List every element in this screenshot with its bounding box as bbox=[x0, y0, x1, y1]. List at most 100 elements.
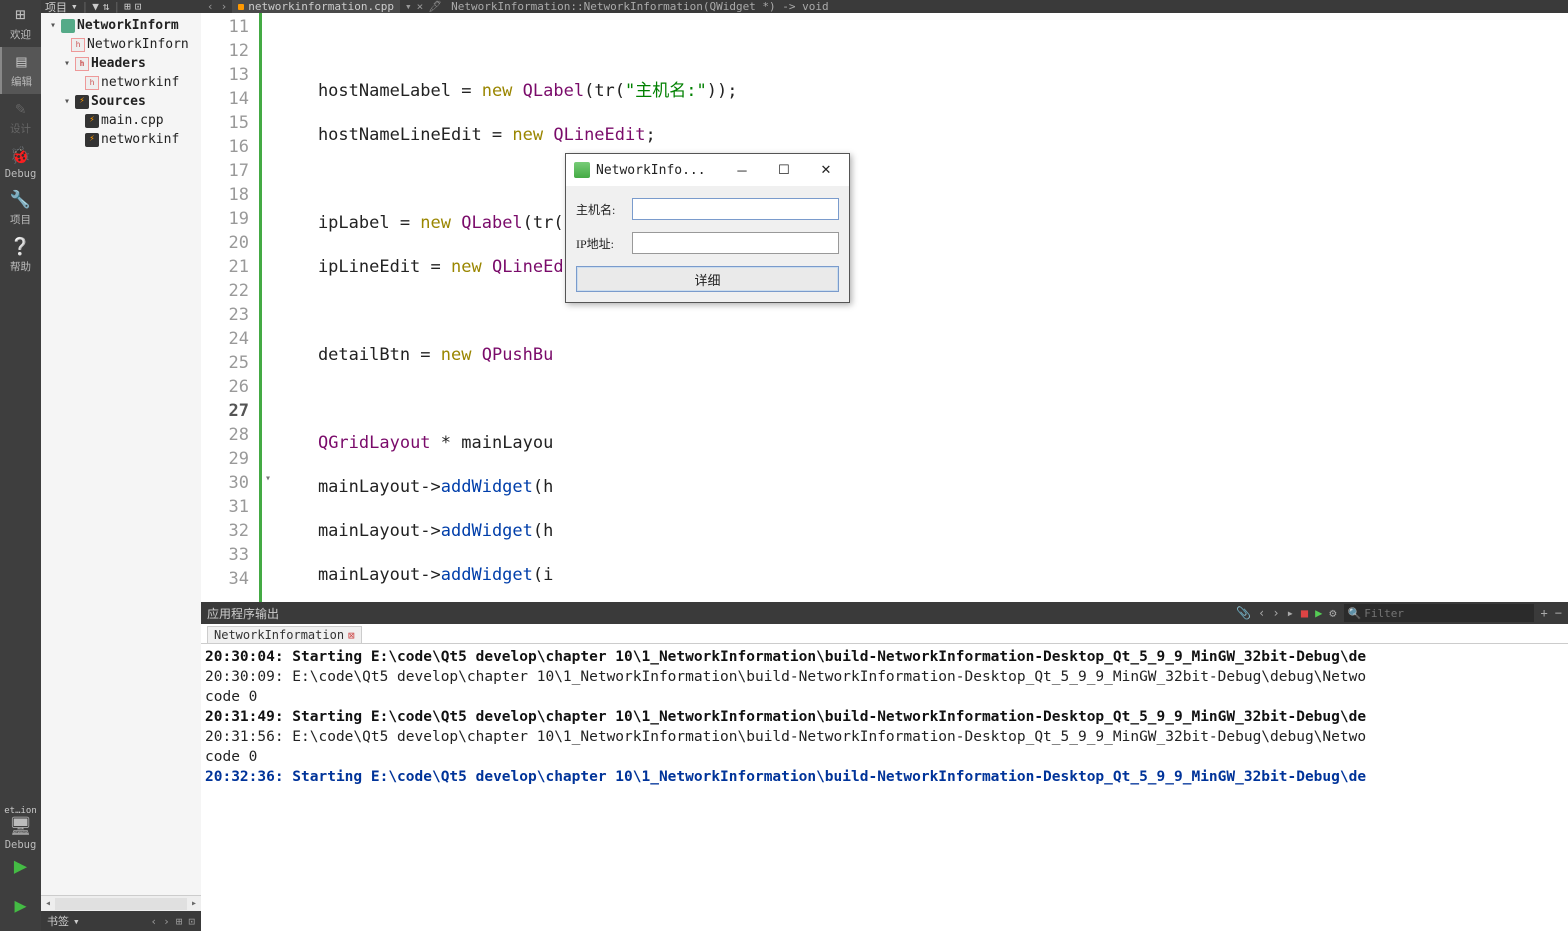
code-area[interactable]: hostNameLabel = new QLabel(tr("主机名:")); … bbox=[277, 13, 1568, 602]
line-number: 22 bbox=[201, 279, 249, 303]
maximize-button[interactable]: ☐ bbox=[763, 156, 805, 184]
nav-forward-icon[interactable]: › bbox=[219, 0, 230, 13]
settings-icon[interactable]: ⚙ bbox=[1329, 606, 1336, 620]
cpp-file-icon bbox=[238, 4, 244, 10]
tree-item-main-cpp[interactable]: main.cpp bbox=[41, 111, 201, 130]
output-tab-label: NetworkInformation bbox=[214, 628, 344, 642]
split-icon[interactable]: ⊞ bbox=[124, 0, 131, 13]
next-icon[interactable]: › bbox=[1272, 606, 1279, 620]
hostname-input[interactable] bbox=[632, 198, 839, 220]
activity-help-label: 帮助 bbox=[0, 259, 41, 274]
editor-tab-active[interactable]: networkinformation.cpp bbox=[232, 0, 400, 14]
tree-root-label: NetworkInform bbox=[77, 18, 179, 33]
stop-icon[interactable]: ■ bbox=[1301, 606, 1308, 620]
chevron-down-icon[interactable]: ▾ bbox=[47, 20, 59, 31]
activity-debug[interactable]: 🐞 Debug bbox=[0, 141, 41, 185]
activity-help[interactable]: ❔ 帮助 bbox=[0, 232, 41, 279]
funnel-icon[interactable]: ▼ bbox=[92, 0, 99, 13]
symbol-breadcrumb[interactable]: NetworkInformation::NetworkInformation(Q… bbox=[451, 0, 829, 13]
wrench-icon: 🔧 bbox=[0, 192, 41, 209]
minimize-button[interactable]: ─ bbox=[721, 156, 763, 184]
line-number: 13 bbox=[201, 63, 249, 87]
monitor-icon: 🖥 bbox=[0, 816, 41, 837]
attach-icon[interactable]: 📎 bbox=[1236, 606, 1251, 620]
dropdown-icon[interactable]: ▾ bbox=[73, 915, 80, 928]
activity-design[interactable]: ✎ 设计 bbox=[0, 94, 41, 141]
tree-folder-headers[interactable]: ▾ h Headers bbox=[41, 54, 201, 73]
title-bar[interactable]: NetworkInfo... ─ ☐ ✕ bbox=[566, 154, 849, 186]
output-panel-header: 应用程序输出 📎 ‹ › ▸ ■ ▶ ⚙ 🔍 + − bbox=[201, 602, 1568, 624]
expand-icon[interactable]: ⊡ bbox=[135, 0, 142, 13]
debug-run-button[interactable]: ▶ bbox=[14, 893, 26, 917]
project-icon bbox=[61, 19, 75, 33]
scroll-track[interactable] bbox=[55, 898, 187, 910]
line-number: 30 bbox=[201, 471, 249, 495]
add-icon[interactable]: ⊞ bbox=[176, 915, 183, 928]
fold-column: ▾ bbox=[265, 13, 277, 602]
line-number: 14 bbox=[201, 87, 249, 111]
nav-back-icon[interactable]: ‹ bbox=[205, 0, 216, 13]
tree-item-network-cpp[interactable]: networkinf bbox=[41, 130, 201, 149]
options-icon[interactable]: ⇅ bbox=[103, 0, 110, 13]
prev-icon[interactable]: ‹ bbox=[151, 915, 158, 928]
run-button[interactable]: ▶ bbox=[14, 854, 27, 879]
tab-close-icon[interactable]: × bbox=[417, 0, 424, 13]
next-icon[interactable]: › bbox=[163, 915, 170, 928]
debug-target-selector[interactable]: et…ion 🖥 Debug bbox=[0, 806, 41, 851]
search-icon: 🔍 bbox=[1348, 607, 1362, 620]
line-number: 12 bbox=[201, 39, 249, 63]
filter-input[interactable] bbox=[1364, 607, 1529, 620]
tree-project-root[interactable]: ▾ NetworkInform bbox=[41, 16, 201, 35]
detail-button[interactable]: 详细 bbox=[576, 266, 839, 292]
code-editor[interactable]: 11 12 13 14 15 16 17 18 19 20 21 22 23 2… bbox=[201, 13, 1568, 602]
tree-sources-label: Sources bbox=[91, 94, 146, 109]
minimize-panel-icon[interactable]: − bbox=[1555, 606, 1562, 620]
chevron-down-icon[interactable]: ▾ bbox=[61, 58, 73, 69]
tree-folder-sources[interactable]: ▾ Sources bbox=[41, 92, 201, 111]
scroll-right-icon[interactable]: ▸ bbox=[187, 898, 201, 909]
close-icon[interactable]: ⊠ bbox=[348, 629, 355, 642]
bookmarks-bar: 书签 ▾ ‹ › ⊞ ⊡ bbox=[41, 911, 201, 931]
output-line: code 0 bbox=[205, 747, 1564, 767]
tree-h-scrollbar[interactable]: ◂ ▸ bbox=[41, 895, 201, 911]
activity-projects-label: 项目 bbox=[0, 212, 41, 227]
cpp-folder-icon bbox=[75, 95, 89, 109]
close-button[interactable]: ✕ bbox=[805, 156, 847, 184]
line-number-gutter: 11 12 13 14 15 16 17 18 19 20 21 22 23 2… bbox=[201, 13, 259, 602]
step-icon[interactable]: ▸ bbox=[1287, 606, 1294, 620]
line-number: 24 bbox=[201, 327, 249, 351]
project-selector-row: 项目 ▾ | ▼ ⇅ | ⊞ ⊡ bbox=[41, 0, 201, 13]
output-tab-active[interactable]: NetworkInformation ⊠ bbox=[207, 626, 362, 643]
line-number: 28 bbox=[201, 423, 249, 447]
kit-name: et…ion bbox=[0, 806, 41, 816]
output-filter[interactable]: 🔍 bbox=[1344, 604, 1534, 622]
activity-welcome-label: 欢迎 bbox=[0, 27, 41, 42]
activity-edit[interactable]: ▤ 编辑 bbox=[0, 47, 41, 94]
activity-projects[interactable]: 🔧 项目 bbox=[0, 185, 41, 232]
output-body[interactable]: 20:30:04: Starting E:\code\Qt5 develop\c… bbox=[201, 644, 1568, 931]
line-number: 15 bbox=[201, 111, 249, 135]
chevron-down-icon[interactable]: ▾ bbox=[61, 96, 73, 107]
chevron-down-icon[interactable]: ▾ bbox=[403, 0, 414, 13]
line-number: 16 bbox=[201, 135, 249, 159]
bug-icon: 🐞 bbox=[0, 148, 41, 165]
tree-item-h[interactable]: h networkinf bbox=[41, 73, 201, 92]
tree-item-header-file[interactable]: h NetworkInforn bbox=[41, 35, 201, 54]
activity-welcome[interactable]: ⊞ 欢迎 bbox=[0, 0, 41, 47]
tree-headers-label: Headers bbox=[91, 56, 146, 71]
tab-filename: networkinformation.cpp bbox=[248, 0, 394, 13]
scroll-left-icon[interactable]: ◂ bbox=[41, 898, 55, 909]
lock-icon[interactable]: 🖋 bbox=[426, 0, 444, 13]
cpp-file-icon bbox=[85, 114, 99, 128]
output-line: 20:31:56: E:\code\Qt5 develop\chapter 10… bbox=[205, 727, 1564, 747]
dropdown-icon[interactable]: ▾ bbox=[71, 0, 78, 13]
pencil-icon: ✎ bbox=[0, 101, 41, 118]
prev-icon[interactable]: ‹ bbox=[1258, 606, 1265, 620]
ip-input[interactable] bbox=[632, 232, 839, 254]
rerun-icon[interactable]: ▶ bbox=[1315, 606, 1322, 620]
pin-icon[interactable]: ⊡ bbox=[188, 915, 195, 928]
fold-marker-icon[interactable]: ▾ bbox=[265, 473, 271, 484]
output-title: 应用程序输出 bbox=[207, 605, 279, 622]
add-panel-icon[interactable]: + bbox=[1541, 606, 1548, 620]
line-number: 17 bbox=[201, 159, 249, 183]
